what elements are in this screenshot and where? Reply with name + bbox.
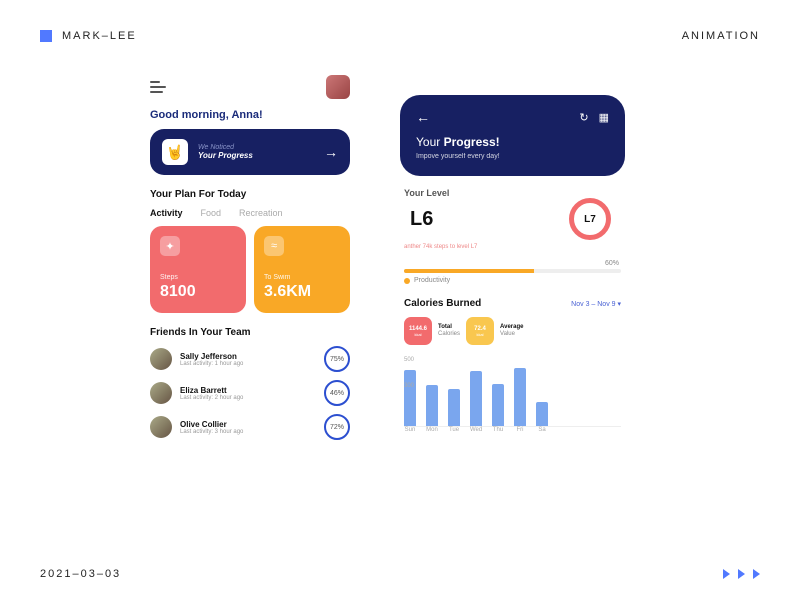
arrow-right-icon: → <box>324 144 338 160</box>
chart-bar <box>492 384 504 426</box>
chart-bar <box>536 402 548 426</box>
card-swim-value: 3.6KM <box>264 283 340 301</box>
friend-row[interactable]: Eliza Barrett Last activity: 2 hour ago … <box>150 380 350 406</box>
friend-name: Olive Collier <box>180 420 316 429</box>
stat-total: 1144.6kkal <box>404 317 432 345</box>
stat-avg: 72.4kkal <box>466 317 494 345</box>
card-swim-label: To Swim <box>264 274 340 281</box>
level-sub: anther 74k steps to level L7 <box>404 244 625 250</box>
run-icon: ✦ <box>160 236 180 256</box>
avatar[interactable] <box>326 75 350 99</box>
friend-name: Sally Jefferson <box>180 352 316 361</box>
calories-title: Calories Burned <box>404 298 481 309</box>
banner-line2: Your Progress <box>198 151 314 160</box>
footer-date: 2021–03–03 <box>40 568 121 580</box>
brand: MARK–LEE <box>40 30 137 42</box>
chart-xlabel: Fri <box>514 427 526 433</box>
play-icon <box>753 569 760 579</box>
friend-progress-ring: 46% <box>324 380 350 406</box>
chart-xlabel: Sun <box>404 427 416 433</box>
chart-xlabel: Thu <box>492 427 504 433</box>
dot-icon <box>404 278 410 284</box>
productivity-label: Productivity <box>404 277 621 284</box>
banner-line1: We Noticed <box>198 144 314 151</box>
rock-hand-icon: 🤘 <box>162 139 188 165</box>
chart-bar <box>448 389 460 426</box>
friends-title: Friends In Your Team <box>150 327 350 338</box>
progress-banner[interactable]: 🤘 We Noticed Your Progress → <box>150 129 350 175</box>
plan-title: Your Plan For Today <box>150 189 350 200</box>
footer-arrows[interactable] <box>723 569 760 579</box>
level-current: L6 <box>404 208 433 231</box>
stat-avg-label: AverageValue <box>500 324 523 338</box>
brand-square <box>40 30 52 42</box>
friend-name: Eliza Barrett <box>180 386 316 395</box>
progress-bar <box>404 269 621 273</box>
animation-label: ANIMATION <box>682 30 760 42</box>
calories-chart: 500 300 SunMonTueWedThuFriSa <box>400 357 625 433</box>
progress-subtitle: Impove yourself every day! <box>416 153 609 160</box>
screen-progress: ← ↻ ▦ Your Progress! Impove yourself eve… <box>400 95 625 433</box>
friend-avatar <box>150 348 172 370</box>
friend-progress-ring: 75% <box>324 346 350 372</box>
chart-xlabel: Mon <box>426 427 438 433</box>
tab-food[interactable]: Food <box>201 208 222 218</box>
chart-bar <box>404 370 416 426</box>
card-steps-value: 8100 <box>160 283 236 301</box>
swim-icon: ≈ <box>264 236 284 256</box>
back-icon[interactable]: ← <box>416 109 430 125</box>
friend-row[interactable]: Sally Jefferson Last activity: 1 hour ag… <box>150 346 350 372</box>
card-steps[interactable]: ✦ Steps 8100 <box>150 226 246 313</box>
chart-bar <box>426 385 438 426</box>
chart-bar <box>514 368 526 426</box>
stat-total-label: TotalCalories <box>438 324 460 338</box>
menu-icon[interactable] <box>150 81 166 93</box>
chart-xlabel: Sa <box>536 427 548 433</box>
brand-text: MARK–LEE <box>62 30 137 42</box>
screen-home: Good morning, Anna! 🤘 We Noticed Your Pr… <box>150 75 350 448</box>
friend-activity: Last activity: 2 hour ago <box>180 395 316 401</box>
friend-row[interactable]: Olive Collier Last activity: 3 hour ago … <box>150 414 350 440</box>
friend-avatar <box>150 382 172 404</box>
friend-activity: Last activity: 1 hour ago <box>180 361 316 367</box>
chart-xlabel: Tue <box>448 427 460 433</box>
play-icon <box>723 569 730 579</box>
tab-activity[interactable]: Activity <box>150 208 183 218</box>
greeting: Good morning, Anna! <box>150 109 350 121</box>
chart-bar <box>470 371 482 426</box>
card-steps-label: Steps <box>160 274 236 281</box>
progress-title: Your Progress! <box>416 135 609 149</box>
calendar-icon[interactable]: ▦ <box>599 111 609 124</box>
tab-recreation[interactable]: Recreation <box>239 208 283 218</box>
level-next-ring: L7 <box>569 198 611 240</box>
date-range-picker[interactable]: Nov 3 – Nov 9 ▾ <box>571 300 621 308</box>
refresh-icon[interactable]: ↻ <box>579 111 588 124</box>
chart-ylabel-top: 500 <box>404 357 621 363</box>
friend-avatar <box>150 416 172 438</box>
friend-activity: Last activity: 3 hour ago <box>180 429 316 435</box>
play-icon <box>738 569 745 579</box>
progress-header-card: ← ↻ ▦ Your Progress! Impove yourself eve… <box>400 95 625 176</box>
card-swim[interactable]: ≈ To Swim 3.6KM <box>254 226 350 313</box>
friend-progress-ring: 72% <box>324 414 350 440</box>
chart-xlabel: Wed <box>470 427 482 433</box>
level-heading: Your Level <box>400 188 625 198</box>
progress-percent: 60% <box>400 260 625 267</box>
plan-tabs: Activity Food Recreation <box>150 208 350 218</box>
